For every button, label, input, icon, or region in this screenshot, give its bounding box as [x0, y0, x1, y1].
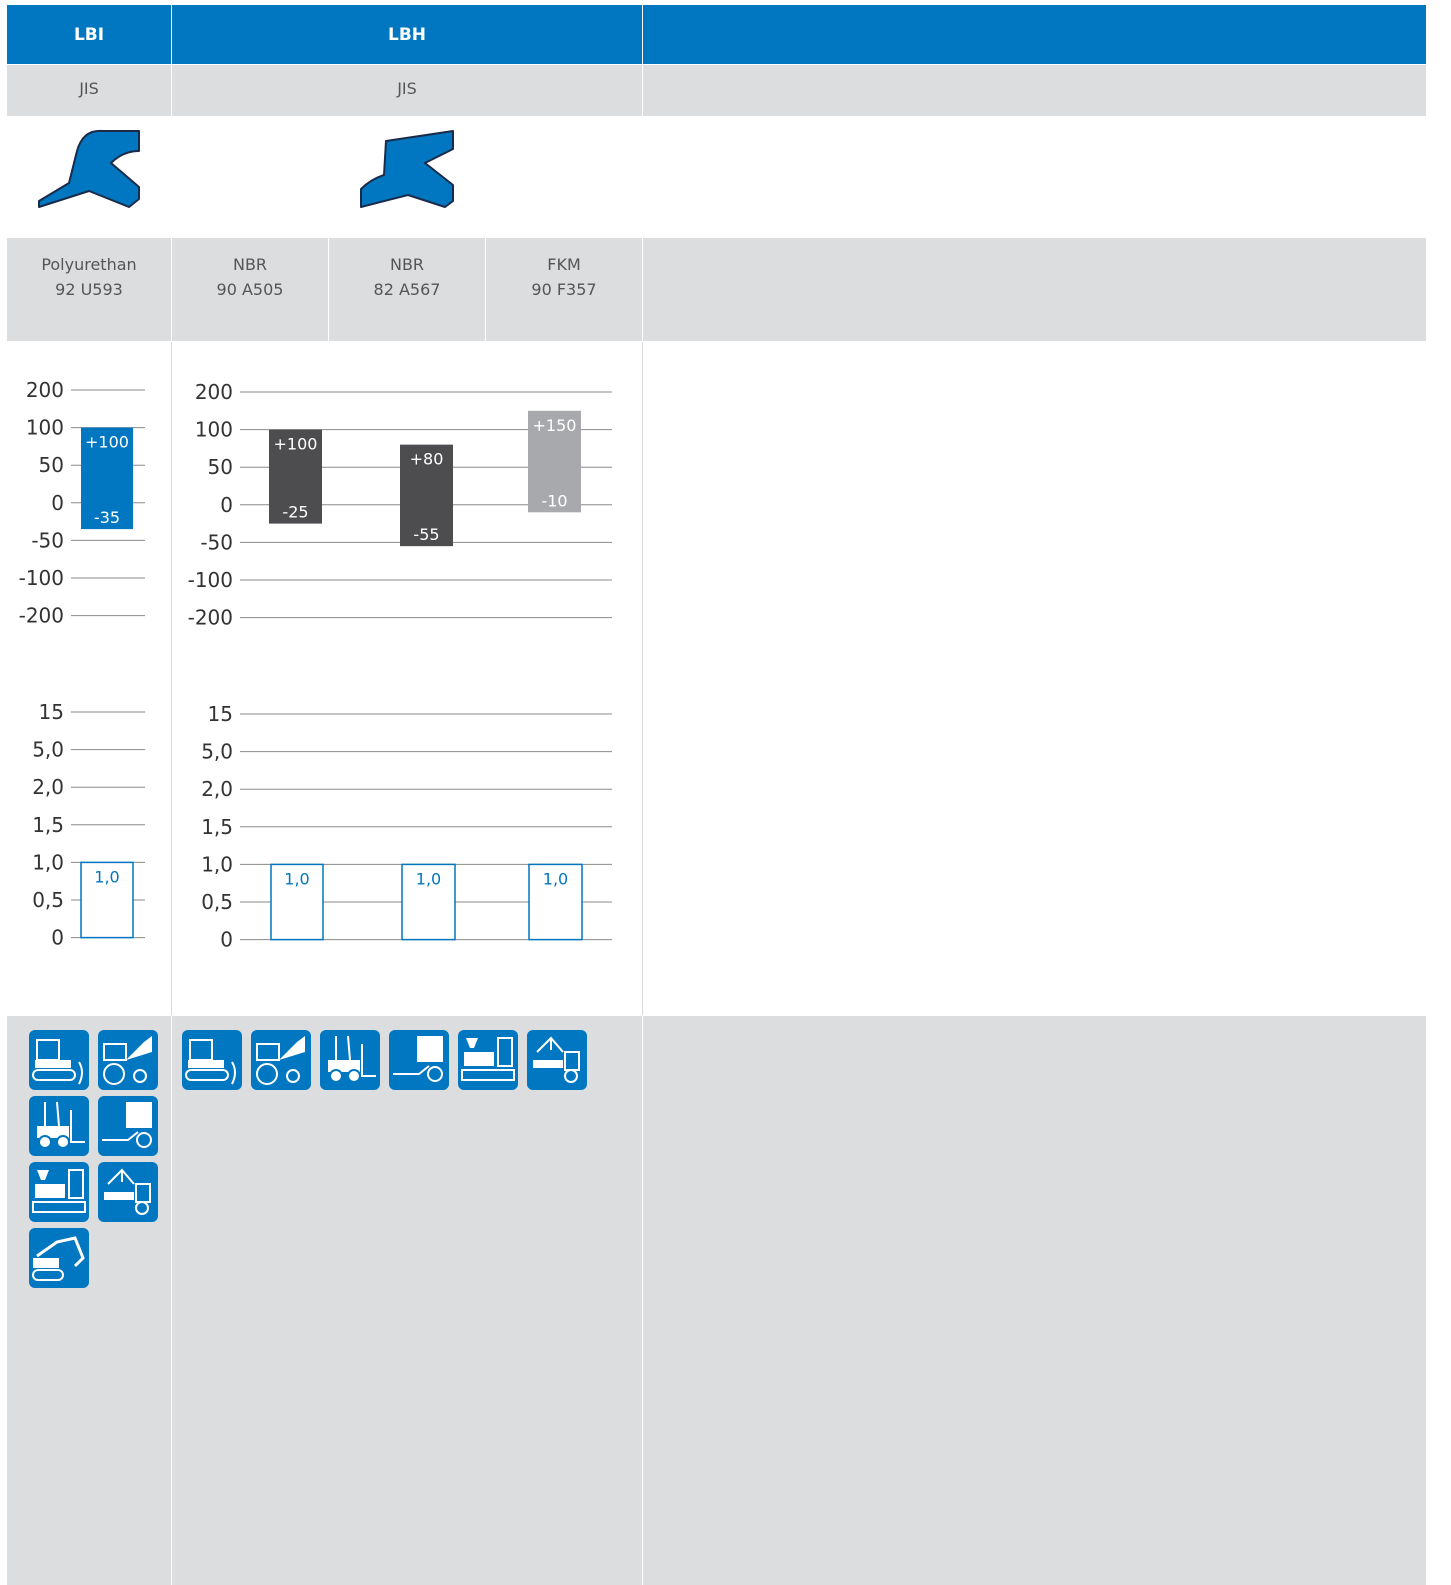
y-tick-label: 50: [39, 453, 64, 477]
material-divider: [171, 238, 172, 341]
injection-moulding-machine-icon: [29, 1162, 89, 1222]
bar-value-label: 1,0: [416, 869, 441, 888]
y-tick-label: -100: [188, 568, 233, 592]
material-code: 90 F357: [531, 280, 597, 299]
material-divider: [642, 238, 643, 341]
truck-crane-icon: [527, 1030, 587, 1090]
standard-lbi: JIS: [7, 65, 171, 116]
lip-seal-profile-icon: [360, 130, 454, 208]
temperature-bar: [269, 429, 322, 524]
bar-value-label: 1,0: [543, 869, 568, 888]
y-tick-label: 100: [195, 418, 233, 442]
agricultural-trailer-icon: [98, 1096, 158, 1156]
y-tick-label: 15: [39, 700, 64, 724]
material-name: NBR: [232, 255, 268, 274]
bar-value-label: 1,0: [284, 869, 309, 888]
y-tick-label: 1,0: [32, 850, 64, 874]
crawler-dozer-icon: [29, 1030, 89, 1090]
material-cell: FKM 90 F357: [486, 238, 642, 341]
bar-min-label: -10: [541, 491, 567, 510]
header-lbi: LBI: [7, 5, 171, 64]
speed-bar: [401, 863, 456, 941]
material-code: 92 U593: [55, 280, 123, 299]
y-tick-label: 100: [26, 416, 64, 440]
temperature-bar: [400, 444, 453, 547]
y-tick-label: -50: [200, 530, 233, 554]
material-empty: [643, 238, 1426, 341]
material-cell: NBR 90 A505: [172, 238, 328, 341]
y-tick-label: 0: [220, 493, 233, 517]
profile-lbh-cell: [172, 117, 642, 237]
applications-divider: [171, 1016, 172, 1585]
y-tick-label: 1,0: [201, 852, 233, 876]
standard-lbh: JIS: [172, 65, 642, 116]
y-tick-label: 200: [195, 380, 233, 404]
y-tick-label: 5,0: [32, 738, 64, 762]
header-divider: [642, 5, 643, 64]
excavator-icon: [29, 1228, 89, 1288]
y-tick-label: 50: [208, 455, 233, 479]
material-cell: Polyurethan 92 U593: [7, 238, 171, 341]
standard-empty: [643, 65, 1426, 116]
applications-lbh-cell: [172, 1016, 642, 1585]
material-cell: NBR 82 A567: [329, 238, 485, 341]
wheel-loader-icon: [251, 1030, 311, 1090]
column-divider: [642, 342, 643, 1015]
material-code: 90 A505: [216, 280, 284, 299]
y-tick-label: 2,0: [201, 777, 233, 801]
applications-empty: [643, 1016, 1426, 1585]
y-tick-label: -50: [31, 528, 64, 552]
header-lbh: LBH: [172, 5, 642, 64]
temperature-bar: [528, 410, 581, 513]
y-tick-label: 1,5: [201, 815, 233, 839]
bar-min-label: -55: [413, 525, 439, 544]
injection-moulding-machine-icon: [458, 1030, 518, 1090]
material-name: FKM: [547, 255, 581, 274]
truck-crane-icon: [98, 1162, 158, 1222]
column-divider: [171, 342, 172, 1015]
crawler-dozer-icon: [182, 1030, 242, 1090]
bar-min-label: -35: [94, 508, 120, 527]
material-divider: [485, 238, 486, 341]
applications-divider: [642, 1016, 643, 1585]
profile-lbi-cell: [7, 117, 171, 237]
speed-bar: [270, 863, 324, 941]
material-code: 82 A567: [373, 280, 441, 299]
y-tick-label: 5,0: [201, 740, 233, 764]
speed-bar: [80, 861, 134, 939]
temperature-bar: [81, 427, 133, 530]
forklift-icon: [29, 1096, 89, 1156]
y-tick-label: -200: [188, 606, 233, 630]
material-name: NBR: [389, 255, 425, 274]
material-divider: [328, 238, 329, 341]
y-tick-label: -100: [19, 566, 64, 590]
y-tick-label: 200: [26, 378, 64, 402]
bar-max-label: +100: [274, 435, 318, 454]
y-tick-label: 0: [51, 926, 64, 950]
y-tick-label: 0,5: [201, 890, 233, 914]
wheel-loader-icon: [98, 1030, 158, 1090]
header-empty: [643, 5, 1426, 64]
y-tick-label: 0,5: [32, 888, 64, 912]
y-tick-label: 0: [220, 928, 233, 952]
y-tick-label: 2,0: [32, 775, 64, 799]
bar-max-label: +100: [85, 433, 129, 452]
bar-value-label: 1,0: [94, 867, 119, 886]
bar-max-label: +150: [533, 416, 577, 435]
agricultural-trailer-icon: [389, 1030, 449, 1090]
material-name: Polyurethan: [41, 255, 137, 274]
y-tick-label: 1,5: [32, 813, 64, 837]
bar-max-label: +80: [410, 450, 444, 469]
y-tick-label: 15: [208, 702, 233, 726]
header-divider: [171, 5, 172, 64]
lip-seal-profile-icon: [38, 129, 140, 208]
forklift-icon: [320, 1030, 380, 1090]
bar-min-label: -25: [282, 503, 308, 522]
y-tick-label: -200: [19, 604, 64, 628]
y-tick-label: 0: [51, 491, 64, 515]
speed-bar: [528, 863, 583, 941]
